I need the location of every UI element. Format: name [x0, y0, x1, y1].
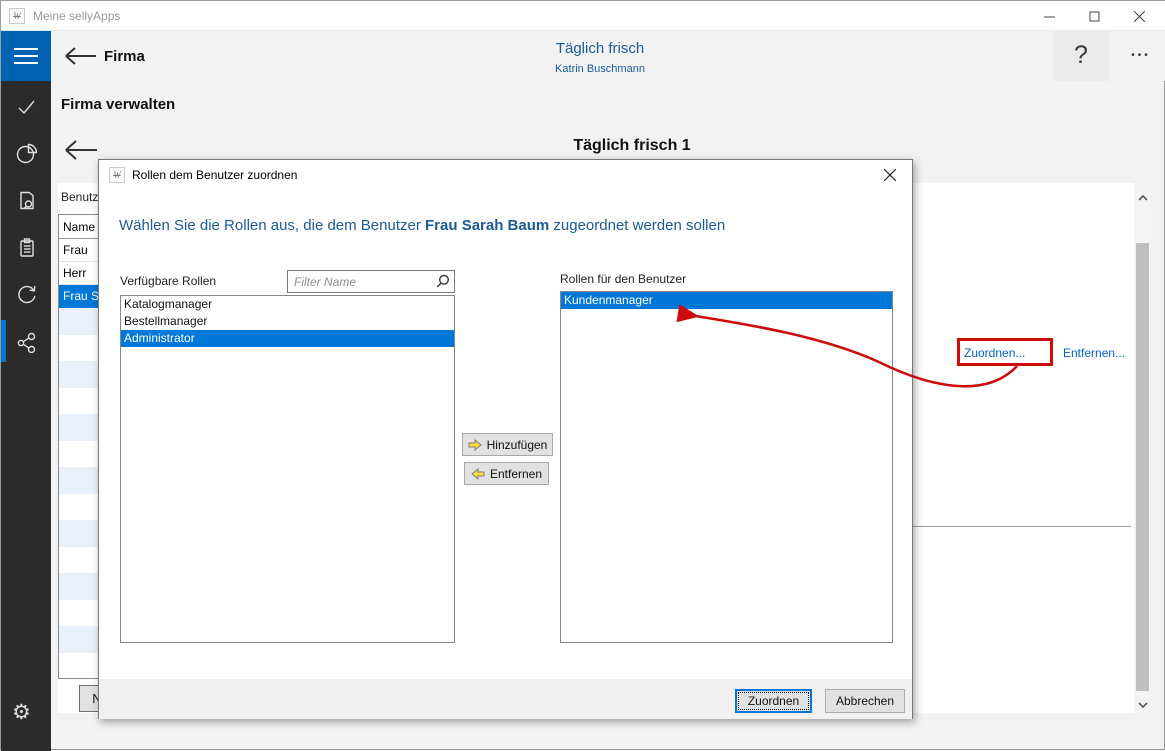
arrow-right-icon [468, 439, 482, 451]
section-heading: Firma verwalten [61, 96, 175, 113]
settings-gear-icon[interactable]: ⚙ [12, 700, 31, 725]
hamburger-menu-button[interactable] [1, 31, 51, 81]
table-row[interactable]: Frau S [59, 285, 99, 308]
heading-prefix: Wählen Sie die Rollen aus, die dem Benut… [119, 217, 425, 234]
help-button[interactable]: ? [1053, 31, 1109, 81]
app-logo-icon: W [109, 167, 125, 183]
sidebar-item-catalog[interactable] [15, 189, 37, 211]
table-row-empty [59, 626, 99, 653]
remove-roles-link[interactable]: Entfernen... [1063, 346, 1125, 360]
assign-confirm-button[interactable]: Zuordnen [735, 689, 812, 713]
users-section-label: Benutz [61, 190, 98, 204]
chevron-up-icon [1138, 195, 1148, 201]
window-title: Meine sellyApps [33, 1, 120, 31]
sidebar-item-reports[interactable] [15, 142, 37, 164]
scroll-down-button[interactable] [1134, 696, 1151, 713]
users-table-rows: FrauHerrFrau S [59, 239, 99, 308]
table-row-empty [59, 520, 99, 547]
heading-user-name: Frau Sarah Baum [425, 217, 549, 234]
assign-roles-dialog: W Rollen dem Benutzer zuordnen Wählen Si… [98, 159, 913, 719]
table-row-empty [59, 653, 99, 680]
dialog-title: Rollen dem Benutzer zuordnen [132, 160, 297, 190]
subpage-title: Täglich frisch 1 [573, 137, 690, 155]
filter-field [287, 270, 455, 293]
dialog-heading: Wählen Sie die Rollen aus, die dem Benut… [119, 217, 725, 234]
minimize-icon [1044, 11, 1055, 22]
dialog-close-button[interactable] [876, 163, 904, 187]
role-item[interactable]: Administrator [121, 330, 454, 347]
back-arrow-icon [63, 139, 99, 161]
window-titlebar: W Meine sellyApps [1, 1, 1165, 31]
available-roles-label: Verfügbare Rollen [120, 274, 216, 288]
arrow-left-icon [471, 468, 485, 480]
hamburger-icon [14, 55, 38, 57]
hamburger-icon [14, 48, 38, 50]
table-row-empty [59, 388, 99, 415]
table-row-empty [59, 494, 99, 521]
chevron-down-icon [1138, 702, 1148, 708]
sidebar-item-roles[interactable] [15, 331, 37, 353]
close-icon [1134, 11, 1145, 22]
add-role-button[interactable]: Hinzufügen [462, 433, 553, 456]
users-table-empty-rows [59, 308, 99, 679]
table-row-empty [59, 467, 99, 494]
back-button[interactable] [63, 46, 99, 71]
minimize-button[interactable] [1027, 1, 1072, 31]
subpage-back-button[interactable] [63, 139, 99, 166]
dialog-titlebar: W Rollen dem Benutzer zuordnen [99, 160, 912, 190]
table-row-empty [59, 335, 99, 362]
remove-role-label: Entfernen [490, 467, 542, 481]
table-row-empty [59, 361, 99, 388]
role-item[interactable]: Kundenmanager [561, 292, 892, 309]
scrollbar-thumb[interactable] [1136, 243, 1149, 691]
active-item-indicator [1, 320, 6, 362]
assigned-roles-listbox[interactable]: Kundenmanager [560, 291, 893, 643]
company-name: Täglich frisch [556, 40, 644, 57]
role-item[interactable]: Katalogmanager [121, 296, 454, 313]
close-icon [884, 169, 896, 181]
sidebar-item-orders[interactable] [15, 236, 37, 258]
assigned-roles-label: Rollen für den Benutzer [560, 272, 686, 286]
scroll-up-button[interactable] [1134, 189, 1151, 206]
page-title: Firma [104, 48, 145, 65]
table-row-empty [59, 308, 99, 335]
more-options-button[interactable]: ••• [1119, 31, 1163, 81]
maximize-button[interactable] [1072, 1, 1117, 31]
close-button[interactable] [1117, 1, 1162, 31]
table-row-empty [59, 600, 99, 627]
maximize-icon [1089, 11, 1100, 22]
table-row-empty [59, 573, 99, 600]
table-header-name[interactable]: Name [59, 215, 99, 239]
add-role-label: Hinzufügen [487, 438, 548, 452]
clipboard-icon [15, 236, 37, 258]
hamburger-icon [14, 62, 38, 64]
share-icon [15, 331, 37, 353]
check-icon [15, 95, 37, 117]
heading-suffix: zugeordnet werden sollen [549, 217, 725, 234]
users-table: Name FrauHerrFrau S [58, 214, 99, 679]
table-row-empty [59, 441, 99, 468]
sidebar-item-tasks[interactable] [15, 95, 37, 117]
pie-chart-icon [15, 142, 37, 164]
table-row[interactable]: Frau [59, 239, 99, 262]
assign-roles-link[interactable]: Zuordnen... [964, 346, 1025, 360]
user-name: Katrin Buschmann [555, 63, 645, 75]
vertical-scrollbar[interactable] [1134, 189, 1151, 713]
search-icon[interactable] [435, 274, 450, 289]
table-row[interactable]: Herr [59, 262, 99, 285]
dialog-footer: Zuordnen Abbrechen [99, 679, 912, 719]
catalog-search-icon [15, 189, 37, 211]
sidebar-item-sync[interactable] [15, 283, 37, 305]
filter-input[interactable] [288, 271, 426, 292]
table-row-empty [59, 547, 99, 574]
remove-role-button[interactable]: Entfernen [464, 462, 549, 485]
role-item[interactable]: Bestellmanager [121, 313, 454, 330]
sync-icon [15, 283, 37, 305]
app-logo-icon: W [9, 8, 25, 24]
back-arrow-icon [63, 46, 99, 66]
sidebar: ⚙ [1, 81, 51, 751]
available-roles-listbox[interactable]: KatalogmanagerBestellmanagerAdministrato… [120, 295, 455, 643]
table-row-empty [59, 414, 99, 441]
cancel-button[interactable]: Abbrechen [825, 689, 905, 713]
